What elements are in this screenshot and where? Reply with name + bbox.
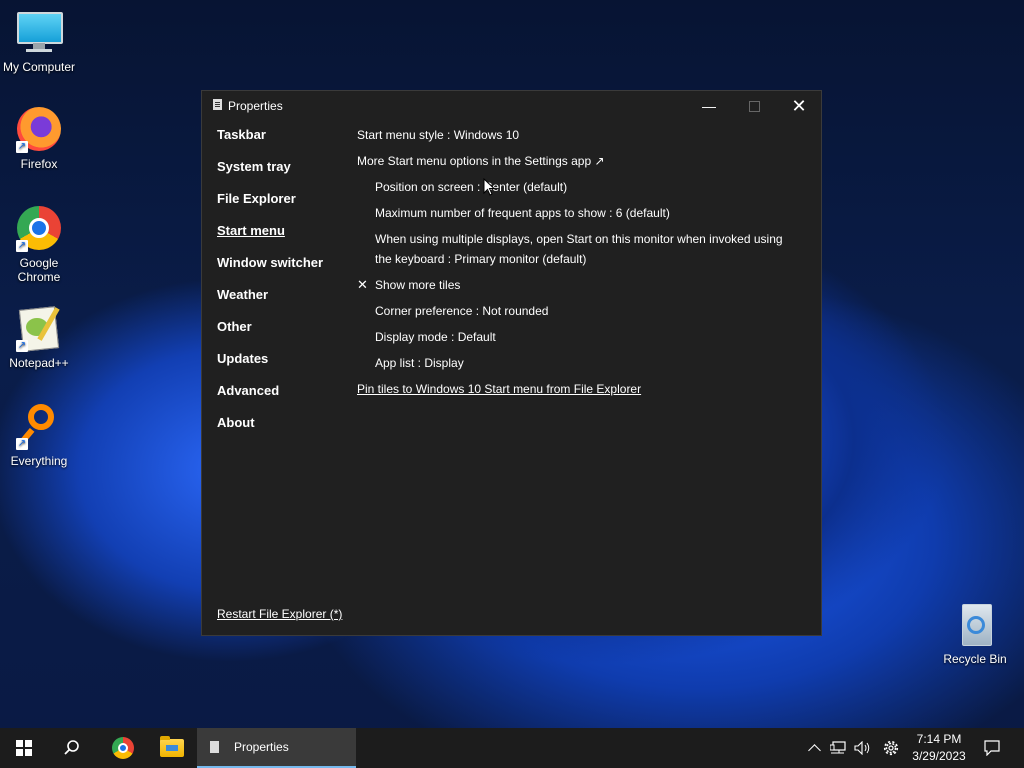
setting-corner-preference[interactable]: Corner preference : Not rounded [375, 301, 815, 321]
close-icon: ✕ [791, 95, 807, 116]
properties-window: Properties — ✕ Taskbar System tray File … [201, 90, 822, 636]
nav-item-updates[interactable]: Updates [217, 351, 323, 383]
recycle-bin-icon [952, 602, 998, 648]
mouse-cursor-icon [483, 178, 495, 196]
setting-display-mode[interactable]: Display mode : Default [375, 327, 815, 347]
desktop-icon-chrome[interactable]: ↗ Google Chrome [1, 206, 77, 284]
nav-item-window-switcher[interactable]: Window switcher [217, 255, 323, 287]
desktop-icon-recycle-bin[interactable]: Recycle Bin [937, 602, 1013, 666]
desktop-icon-label: Everything [10, 454, 68, 468]
nav-item-advanced[interactable]: Advanced [217, 383, 323, 415]
app-icon [210, 741, 219, 753]
chevron-up-icon [807, 744, 821, 757]
clock-time: 7:14 PM [916, 732, 962, 746]
nav-item-weather[interactable]: Weather [217, 287, 323, 319]
nav-item-file-explorer[interactable]: File Explorer [217, 191, 323, 223]
setting-multi-display-line2: the keyboard : Primary monitor (default) [375, 252, 587, 266]
nav-item-taskbar[interactable]: Taskbar [217, 127, 323, 159]
minimize-button[interactable]: — [686, 91, 732, 121]
desktop-icon-label: Firefox [20, 157, 58, 171]
desktop-icon-label: Notepad++ [9, 356, 69, 370]
network-icon [830, 741, 846, 754]
everything-icon: ↗ [16, 404, 62, 450]
taskbar-properties[interactable]: Properties [197, 728, 356, 768]
taskbar-chrome[interactable] [99, 728, 147, 768]
shortcut-arrow-icon: ↗ [16, 340, 28, 352]
setting-position[interactable]: Position on screen : Center (default) [375, 177, 815, 197]
desktop-icon-firefox[interactable]: ↗ Firefox [1, 107, 77, 171]
firefox-icon: ↗ [16, 107, 62, 153]
pin-tiles-link[interactable]: Pin tiles to Windows 10 Start menu from … [357, 379, 797, 399]
restart-file-explorer-link[interactable]: Restart File Explorer (*) [217, 607, 342, 621]
setting-start-menu-style[interactable]: Start menu style : Windows 10 [357, 125, 797, 145]
taskbar-file-explorer[interactable] [148, 728, 196, 768]
chrome-icon: ↗ [16, 206, 62, 252]
notification-center-button[interactable] [978, 728, 1006, 768]
clock-date: 3/29/2023 [912, 749, 966, 763]
maximize-button[interactable] [731, 91, 777, 121]
network-button[interactable] [827, 728, 849, 768]
volume-button[interactable] [851, 728, 875, 768]
setting-multi-display-line1: When using multiple displays, open Start… [375, 232, 783, 246]
nav-item-start-menu[interactable]: Start menu [217, 223, 323, 255]
search-icon [64, 740, 79, 755]
folder-icon [160, 736, 184, 757]
close-button[interactable]: ✕ [776, 91, 822, 121]
setting-app-list[interactable]: App list : Display [375, 353, 815, 373]
shortcut-arrow-icon: ↗ [16, 240, 28, 252]
notification-icon [984, 740, 1000, 756]
show-hidden-icons-button[interactable] [804, 728, 824, 768]
notepadpp-icon: ↗ [16, 306, 62, 352]
computer-icon [16, 10, 63, 56]
show-more-tiles-label: Show more tiles [375, 278, 461, 292]
shortcut-arrow-icon: ↗ [16, 438, 28, 450]
setting-multi-display[interactable]: When using multiple displays, open Start… [375, 229, 815, 269]
volume-icon [854, 741, 870, 755]
desktop-icon-label: Google Chrome [17, 256, 61, 284]
shortcut-arrow-icon: ↗ [16, 141, 28, 153]
nav-item-about[interactable]: About [217, 415, 323, 447]
desktop-icon-label: Recycle Bin [943, 652, 1007, 666]
checkbox-checked-icon: ✕ [357, 277, 368, 292]
setting-max-frequent-apps[interactable]: Maximum number of frequent apps to show … [375, 203, 815, 223]
window-titlebar[interactable]: Properties — ✕ [202, 91, 821, 121]
desktop-icon-label: My Computer [2, 60, 76, 74]
minimize-icon: — [702, 98, 716, 114]
more-options-link[interactable]: More Start menu options in the Settings … [357, 151, 797, 171]
nav-item-other[interactable]: Other [217, 319, 323, 351]
gear-icon [883, 740, 899, 756]
start-button[interactable] [0, 728, 48, 768]
nav-item-system-tray[interactable]: System tray [217, 159, 323, 191]
settings-button[interactable] [879, 728, 903, 768]
app-icon [213, 99, 222, 110]
desktop-icon-everything[interactable]: ↗ Everything [1, 404, 77, 468]
chrome-icon [112, 737, 134, 759]
window-title: Properties [228, 99, 283, 113]
taskbar-app-label: Properties [234, 740, 289, 754]
settings-nav: Taskbar System tray File Explorer Start … [217, 127, 323, 447]
search-button[interactable] [48, 728, 96, 768]
taskbar: Properties 7:14 PM 3/29/2023 [0, 728, 1024, 768]
desktop-icon-notepadpp[interactable]: ↗ Notepad++ [1, 306, 77, 370]
desktop-icon-my-computer[interactable]: My Computer [1, 10, 77, 74]
maximize-icon [748, 100, 760, 112]
system-clock[interactable]: 7:14 PM 3/29/2023 [904, 731, 974, 765]
windows-logo-icon [16, 740, 32, 756]
setting-show-more-tiles[interactable]: ✕ Show more tiles [357, 275, 797, 295]
